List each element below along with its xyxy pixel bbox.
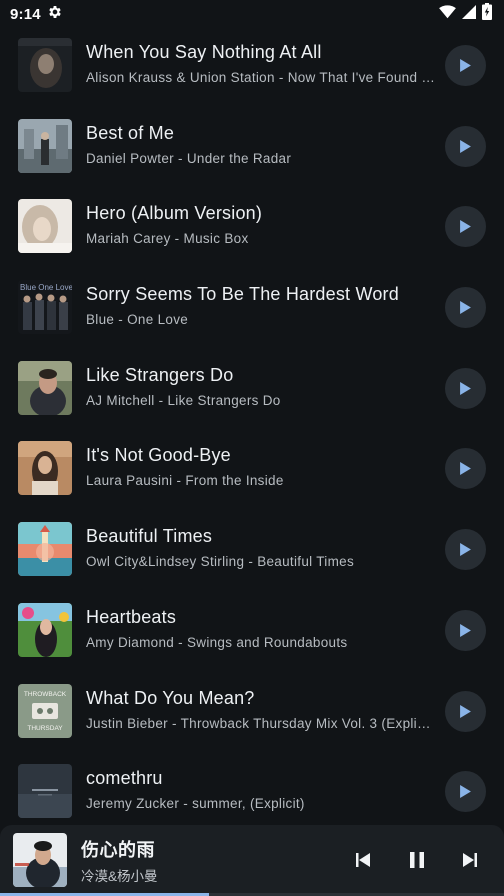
song-title: Hero (Album Version) <box>86 203 263 224</box>
play-button[interactable] <box>445 45 486 86</box>
play-button[interactable] <box>445 206 486 248</box>
pause-icon <box>410 852 424 868</box>
album-art: Blue One Love <box>18 280 72 335</box>
song-row[interactable]: THROWBACK THURSDAY What Do You Mean? Jus… <box>0 670 504 751</box>
now-playing-bar[interactable]: 伤心的雨 冷漠&杨小曼 <box>0 825 504 896</box>
song-text: Like Strangers Do AJ Mitchell - Like Str… <box>86 363 436 410</box>
album-art <box>18 441 72 496</box>
song-subtitle: Laura Pausini - From the Inside <box>86 473 284 489</box>
song-title: When You Say Nothing At All <box>86 42 322 62</box>
play-icon <box>460 220 471 234</box>
song-row[interactable]: Best of Me Daniel Powter - Under the Rad… <box>0 105 504 186</box>
album-art: THROWBACK THURSDAY <box>18 683 72 738</box>
play-icon <box>460 301 471 315</box>
song-title: Like Strangers Do <box>86 364 234 385</box>
song-subtitle: Blue - One Love <box>86 312 189 328</box>
song-row[interactable]: Blue One Love Sorry Seems To Be The Hard… <box>0 266 504 347</box>
play-button[interactable] <box>445 771 486 813</box>
song-title: Beautiful Times <box>86 526 213 547</box>
album-art <box>18 199 72 254</box>
play-icon <box>460 704 471 718</box>
album-art <box>18 602 72 657</box>
album-art-text: THROWBACK <box>24 691 67 698</box>
song-subtitle: Owl City&Lindsey Stirling - Beautiful Ti… <box>86 554 354 570</box>
album-art <box>18 118 72 173</box>
song-title: Sorry Seems To Be The Hardest Word <box>86 284 399 305</box>
play-button[interactable] <box>445 609 486 651</box>
play-icon <box>460 381 471 395</box>
pause-button[interactable] <box>402 845 432 875</box>
status-right <box>439 3 492 25</box>
song-subtitle: Mariah Carey - Music Box <box>86 231 249 247</box>
play-button[interactable] <box>445 367 486 409</box>
song-text: Heartbeats Amy Diamond - Swings and Roun… <box>86 605 436 652</box>
play-button[interactable] <box>445 125 486 167</box>
song-text: When You Say Nothing At All Alison Kraus… <box>86 40 436 87</box>
song-text: What Do You Mean? Justin Bieber - Throwb… <box>86 686 436 733</box>
song-subtitle: Alison Krauss & Union Station - Now That… <box>86 70 436 85</box>
song-subtitle: Daniel Powter - Under the Radar <box>86 150 292 166</box>
song-row[interactable]: It's Not Good-Bye Laura Pausini - From t… <box>0 427 504 508</box>
play-button[interactable] <box>445 529 486 571</box>
play-icon <box>460 543 471 557</box>
song-subtitle: AJ Mitchell - Like Strangers Do <box>86 392 281 408</box>
status-time: 9:14 <box>10 5 41 23</box>
song-text: It's Not Good-Bye Laura Pausini - From t… <box>86 443 436 490</box>
now-playing-artist: 冷漠&杨小曼 <box>81 869 158 884</box>
now-playing-album-art[interactable] <box>13 833 67 887</box>
play-icon <box>460 139 471 153</box>
song-text: comethru Jeremy Zucker - summer, (Explic… <box>86 766 436 813</box>
song-text: Sorry Seems To Be The Hardest Word Blue … <box>86 282 436 329</box>
song-row[interactable]: Like Strangers Do AJ Mitchell - Like Str… <box>0 347 504 428</box>
album-art <box>18 38 72 92</box>
song-subtitle: Jeremy Zucker - summer, (Explicit) <box>86 796 305 812</box>
song-title: It's Not Good-Bye <box>86 445 231 466</box>
play-button[interactable] <box>445 448 486 490</box>
play-button[interactable] <box>445 690 486 732</box>
album-art-text: Blue One Love <box>20 283 72 292</box>
gear-icon <box>47 4 63 25</box>
next-button[interactable] <box>455 845 485 875</box>
song-row[interactable]: When You Say Nothing At All Alison Kraus… <box>0 24 504 105</box>
battery-icon <box>482 3 492 25</box>
song-title: Best of Me <box>86 122 175 143</box>
album-art <box>18 764 72 819</box>
wifi-icon <box>439 4 456 24</box>
song-title: Heartbeats <box>86 606 177 627</box>
song-row[interactable]: Hero (Album Version) Mariah Carey - Musi… <box>0 185 504 266</box>
album-art <box>18 522 72 577</box>
skip-previous-icon <box>356 853 370 867</box>
play-icon <box>460 785 471 799</box>
play-icon <box>460 623 471 637</box>
song-subtitle: Justin Bieber - Throwback Thursday Mix V… <box>86 715 436 731</box>
song-subtitle: Amy Diamond - Swings and Roundabouts <box>86 634 348 650</box>
song-list[interactable]: When You Say Nothing At All Alison Kraus… <box>0 24 504 824</box>
now-playing-title: 伤心的雨 <box>81 840 155 860</box>
album-art <box>18 360 72 415</box>
song-text: Beautiful Times Owl City&Lindsey Stirlin… <box>86 524 436 571</box>
play-icon <box>460 462 471 476</box>
status-left: 9:14 <box>10 4 63 25</box>
song-text: Hero (Album Version) Mariah Carey - Musi… <box>86 201 436 248</box>
song-title: comethru <box>86 768 163 789</box>
signal-icon <box>462 4 476 24</box>
play-button[interactable] <box>445 287 486 329</box>
song-row[interactable]: Heartbeats Amy Diamond - Swings and Roun… <box>0 589 504 670</box>
previous-button[interactable] <box>348 845 378 875</box>
skip-next-icon <box>463 853 477 867</box>
album-art-text: THURSDAY <box>27 725 63 732</box>
song-row[interactable]: Beautiful Times Owl City&Lindsey Stirlin… <box>0 508 504 589</box>
song-title: What Do You Mean? <box>86 687 255 708</box>
play-icon <box>460 59 471 72</box>
song-row[interactable]: comethru Jeremy Zucker - summer, (Explic… <box>0 750 504 824</box>
song-text: Best of Me Daniel Powter - Under the Rad… <box>86 121 436 168</box>
